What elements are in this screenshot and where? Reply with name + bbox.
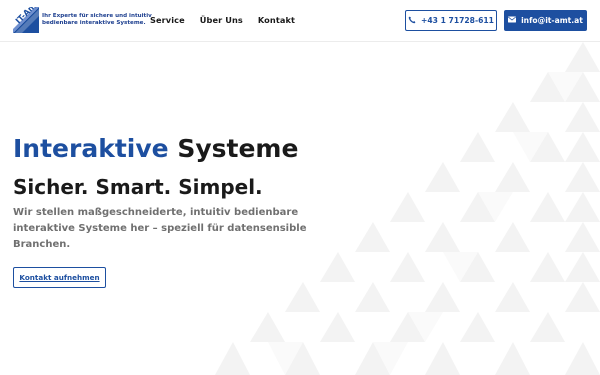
- nav-item-kontakt[interactable]: Kontakt: [258, 15, 295, 25]
- hero-subtitle: Sicher. Smart. Simpel.: [13, 175, 263, 199]
- brand-logo[interactable]: IT-Amt Ihr Experte für sichere und intui…: [13, 0, 152, 33]
- brand-tagline: Ihr Experte für sichere und intuitiv bed…: [42, 13, 152, 27]
- hero-title-accent: Interaktive: [13, 134, 169, 163]
- mail-icon: [508, 16, 517, 25]
- hero-section: Interaktive Systeme Sicher. Smart. Simpe…: [13, 132, 313, 288]
- site-header: IT-Amt Ihr Experte für sichere und intui…: [0, 0, 600, 42]
- phone-icon: [408, 16, 416, 26]
- hero-description: Wir stellen maßgeschneiderte, intuitiv b…: [13, 207, 307, 250]
- email-button[interactable]: info@it-amt.at: [504, 10, 587, 31]
- phone-button[interactable]: +43 1 71728-611: [405, 10, 497, 31]
- logo-mark-icon: IT-Amt: [13, 0, 41, 33]
- main-nav: Service Über Uns Kontakt: [150, 15, 295, 25]
- email-address: info@it-amt.at: [521, 16, 583, 25]
- phone-number: +43 1 71728-611: [421, 16, 494, 25]
- contact-cta-button[interactable]: Kontakt aufnehmen: [13, 267, 106, 288]
- brand-tagline-line1: Ihr Experte für sichere und intuitiv: [42, 13, 152, 19]
- brand-tagline-line2: bedienbare interaktive Systeme.: [42, 20, 146, 26]
- nav-item-service[interactable]: Service: [150, 15, 185, 25]
- hero-title-rest: Systeme: [177, 134, 299, 163]
- nav-item-ueber-uns[interactable]: Über Uns: [200, 15, 243, 25]
- hero-title: Interaktive Systeme: [13, 132, 313, 166]
